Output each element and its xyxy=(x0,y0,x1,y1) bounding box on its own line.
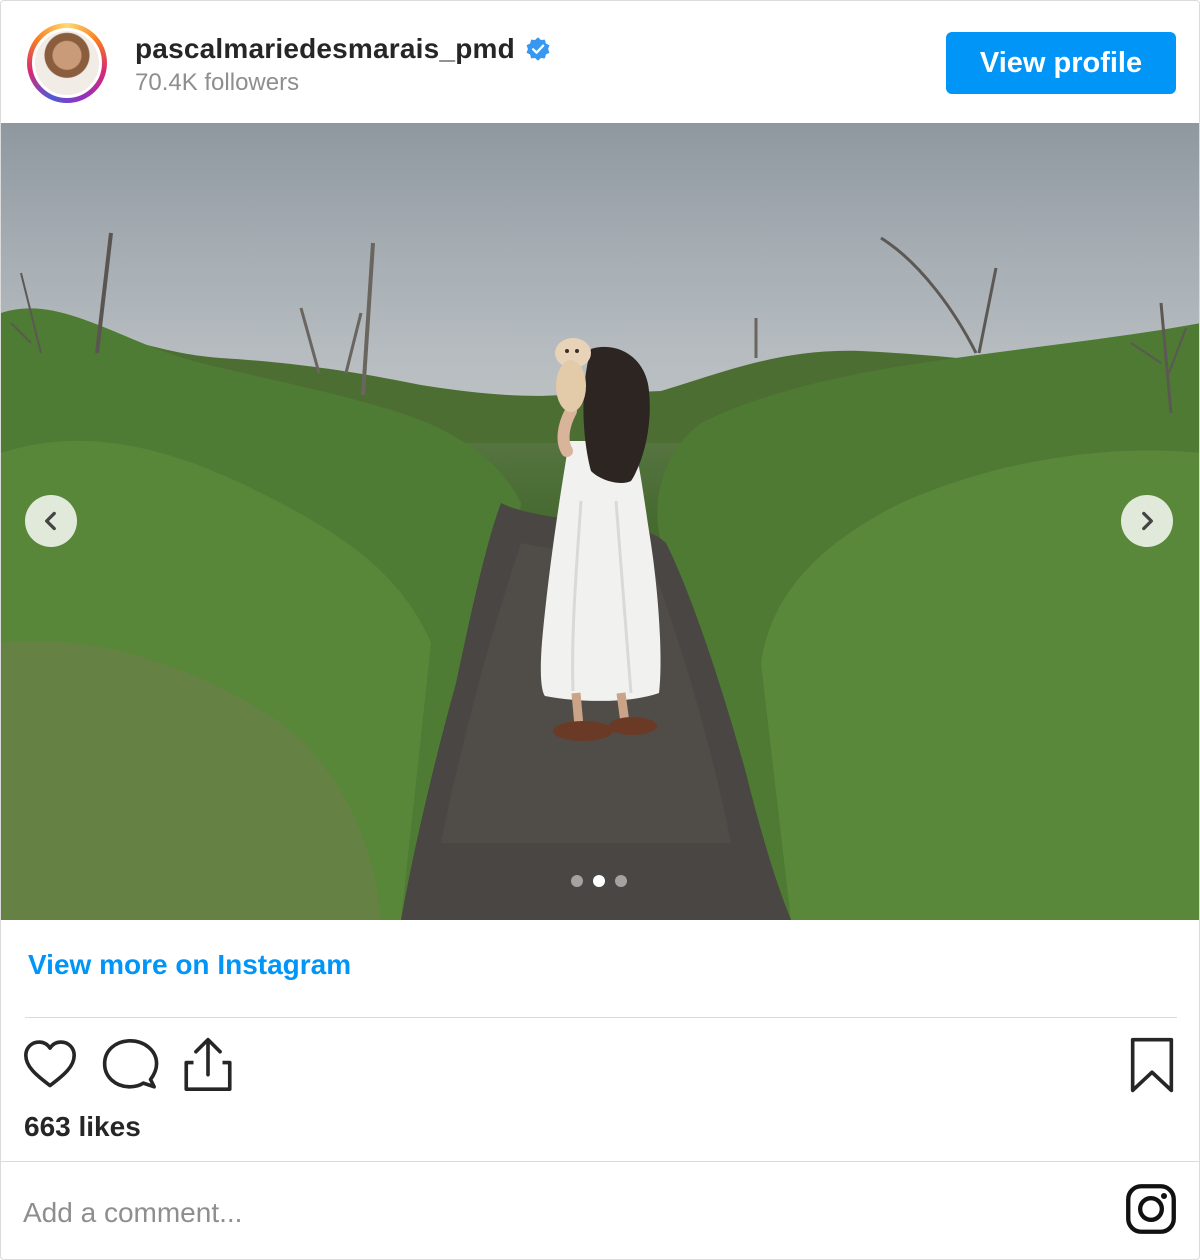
comment-icon[interactable] xyxy=(101,1036,159,1094)
chevron-right-icon xyxy=(1142,511,1153,531)
carousel-dot xyxy=(615,875,627,887)
avatar[interactable] xyxy=(27,23,107,103)
avatar-image xyxy=(32,28,102,98)
instagram-embed-card: pascalmariedesmarais_pmd 70.4K followers… xyxy=(0,0,1200,1260)
view-more-link[interactable]: View more on Instagram xyxy=(28,949,351,981)
carousel-dot-active xyxy=(593,875,605,887)
like-count[interactable]: 663 likes xyxy=(24,1111,141,1143)
instagram-logo-icon[interactable] xyxy=(1125,1183,1177,1235)
carousel-prev-button[interactable] xyxy=(25,495,77,547)
carousel-indicator xyxy=(571,875,627,887)
divider xyxy=(25,1017,1177,1018)
chevron-left-icon xyxy=(45,511,56,531)
person-figure xyxy=(540,338,661,741)
verified-badge-icon xyxy=(526,37,550,61)
share-icon[interactable] xyxy=(179,1036,237,1094)
follower-count: 70.4K followers xyxy=(135,69,300,96)
divider xyxy=(1,1161,1199,1162)
post-photo[interactable] xyxy=(1,123,1199,920)
carousel-dot xyxy=(571,875,583,887)
username[interactable]: pascalmariedesmarais_pmd xyxy=(135,33,515,65)
heart-icon[interactable] xyxy=(21,1036,79,1094)
view-profile-button[interactable]: View profile xyxy=(946,32,1176,94)
post-header: pascalmariedesmarais_pmd 70.4K followers… xyxy=(1,1,1199,123)
carousel-next-button[interactable] xyxy=(1121,495,1173,547)
bookmark-icon[interactable] xyxy=(1123,1036,1181,1094)
username-row: pascalmariedesmarais_pmd xyxy=(135,29,551,69)
comment-input[interactable] xyxy=(23,1191,1103,1235)
